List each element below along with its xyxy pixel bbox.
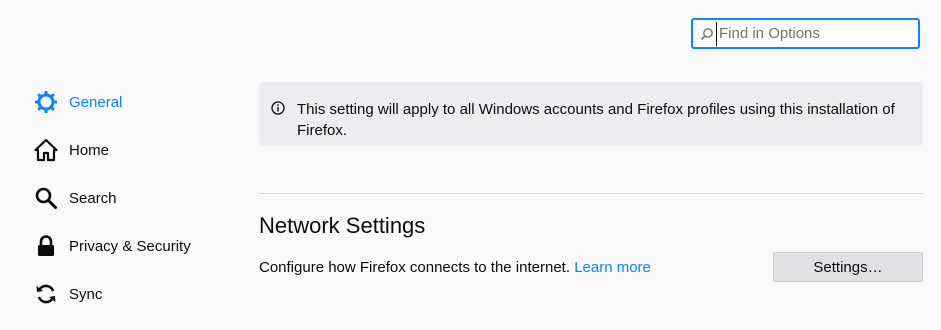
network-description: Configure how Firefox connects to the in… [259,259,651,276]
gear-icon [34,90,58,114]
home-icon [34,138,58,162]
sidebar: General Home Search Privacy & Security S… [34,78,244,318]
sidebar-item-label: General [69,93,123,111]
network-settings-button[interactable]: Settings… [773,252,923,282]
sidebar-item-label: Privacy & Security [69,237,191,255]
sidebar-item-label: Search [69,189,117,207]
sidebar-item-label: Sync [69,285,103,303]
network-description-text: Configure how Firefox connects to the in… [259,259,571,276]
search-input[interactable] [716,21,918,46]
sidebar-item-search[interactable]: Search [34,174,244,222]
notice-text: This setting will apply to all Windows a… [297,101,895,139]
search-icon [34,186,58,210]
sync-icon [34,282,58,306]
info-icon [271,101,285,115]
sidebar-item-label: Home [69,141,110,159]
divider [259,193,923,194]
section-title-network: Network Settings [259,213,426,238]
sidebar-item-general[interactable]: General [34,78,244,126]
policy-notice: This setting will apply to all Windows a… [259,82,923,146]
sidebar-item-home[interactable]: Home [34,126,244,174]
learn-more-link[interactable]: Learn more [574,259,651,276]
find-in-options-box[interactable] [691,18,920,49]
search-icon [700,27,714,41]
sidebar-item-sync[interactable]: Sync [34,270,244,318]
lock-icon [34,234,58,258]
sidebar-item-privacy[interactable]: Privacy & Security [34,222,244,270]
